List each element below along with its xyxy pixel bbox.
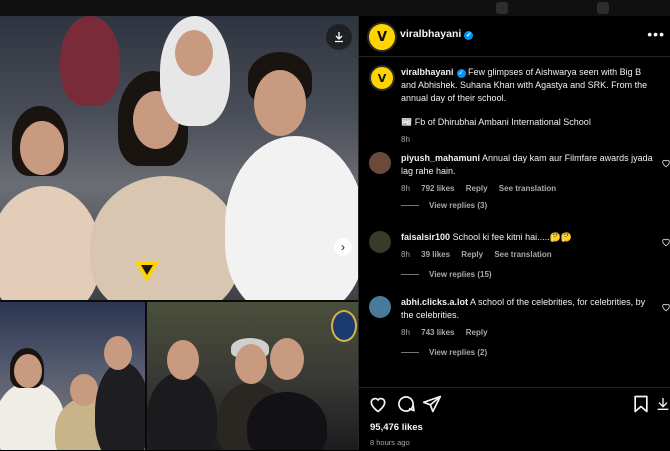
verified-badge-icon: ✓ xyxy=(456,69,466,78)
heart-icon[interactable] xyxy=(368,394,388,414)
comment-time: 8h xyxy=(401,328,410,337)
watermark-logo xyxy=(135,262,159,282)
photo-audience-standing xyxy=(0,302,145,450)
more-options-button[interactable]: ••• xyxy=(647,26,665,42)
comment-likes[interactable]: 792 likes xyxy=(421,184,454,193)
see-translation-link[interactable]: See translation xyxy=(499,184,556,193)
post-header: V viralbhayani ✓ ••• xyxy=(359,16,670,57)
commenter-avatar[interactable] xyxy=(369,152,391,174)
comment-time: 8h xyxy=(401,250,410,259)
person-white-shirt xyxy=(225,136,358,300)
caption-time: 8h xyxy=(401,135,410,144)
comments-list[interactable]: V viralbhayani ✓ Few glimpses of Aishwary… xyxy=(359,57,670,387)
post-media-carousel[interactable]: › xyxy=(0,16,358,450)
author-avatar[interactable]: V xyxy=(369,65,395,91)
top-toolbar-strip xyxy=(0,0,670,16)
edit-icon[interactable] xyxy=(597,2,609,14)
comment-heart-icon[interactable] xyxy=(661,158,670,168)
commenter-avatar[interactable] xyxy=(369,296,391,318)
post-details-panel: V viralbhayani ✓ ••• V viralbhayani ✓ Few … xyxy=(358,16,670,450)
view-replies-button[interactable]: View replies (3) xyxy=(401,201,487,210)
comment-text: School ki fee kitni hai.....🤔🤔 xyxy=(452,232,573,242)
reply-button[interactable]: Reply xyxy=(466,184,488,193)
photo-audience-front-row: › xyxy=(0,16,358,300)
verified-badge-icon: ✓ xyxy=(464,31,474,40)
post-actions-bar: 95,476 likes 8 hours ago xyxy=(359,387,670,451)
comment-time: 8h xyxy=(401,184,410,193)
carousel-next-button[interactable]: › xyxy=(334,238,352,256)
download-icon[interactable] xyxy=(655,394,670,414)
share-icon[interactable] xyxy=(422,394,442,414)
comment-heart-icon[interactable] xyxy=(661,237,670,247)
comment-username[interactable]: piyush_mahamuni xyxy=(401,153,480,163)
author-username[interactable]: viralbhayani xyxy=(400,28,461,40)
comment-heart-icon[interactable] xyxy=(661,302,670,312)
comment-meta: 8h 39 likes Reply See translation xyxy=(401,248,656,261)
view-replies-button[interactable]: View replies (15) xyxy=(401,270,492,279)
person-ivory-saree xyxy=(90,176,240,300)
comment-meta: 8h 792 likes Reply See translation xyxy=(401,182,656,195)
comment-meta: 8h 743 likes Reply xyxy=(401,326,656,339)
comment-likes[interactable]: 743 likes xyxy=(421,328,454,337)
download-button[interactable] xyxy=(326,24,352,50)
calendar-icon[interactable] xyxy=(496,2,508,14)
comment-username[interactable]: abhi.clicks.a.lot xyxy=(401,297,468,307)
caption-source: 📰 Fb of Dhirubhai Ambani International S… xyxy=(401,117,591,127)
commenter-avatar[interactable] xyxy=(369,231,391,253)
see-translation-link[interactable]: See translation xyxy=(494,250,551,259)
caption-username[interactable]: viralbhayani xyxy=(401,67,454,77)
reply-button[interactable]: Reply xyxy=(466,328,488,337)
download-icon xyxy=(335,32,343,43)
person-cream-outfit xyxy=(0,186,100,300)
comment-username[interactable]: faisalsir100 xyxy=(401,232,450,242)
reply-button[interactable]: Reply xyxy=(461,250,483,259)
post-timestamp: 8 hours ago xyxy=(370,438,410,447)
comment-likes[interactable]: 39 likes xyxy=(421,250,450,259)
photo-family-standing xyxy=(147,302,358,450)
likes-count[interactable]: 95,476 likes xyxy=(370,422,423,433)
school-emblem-icon xyxy=(331,310,357,342)
author-avatar[interactable]: V xyxy=(367,22,397,52)
comment-icon[interactable] xyxy=(396,394,416,414)
view-replies-button[interactable]: View replies (2) xyxy=(401,348,487,357)
bookmark-icon[interactable] xyxy=(631,394,651,414)
